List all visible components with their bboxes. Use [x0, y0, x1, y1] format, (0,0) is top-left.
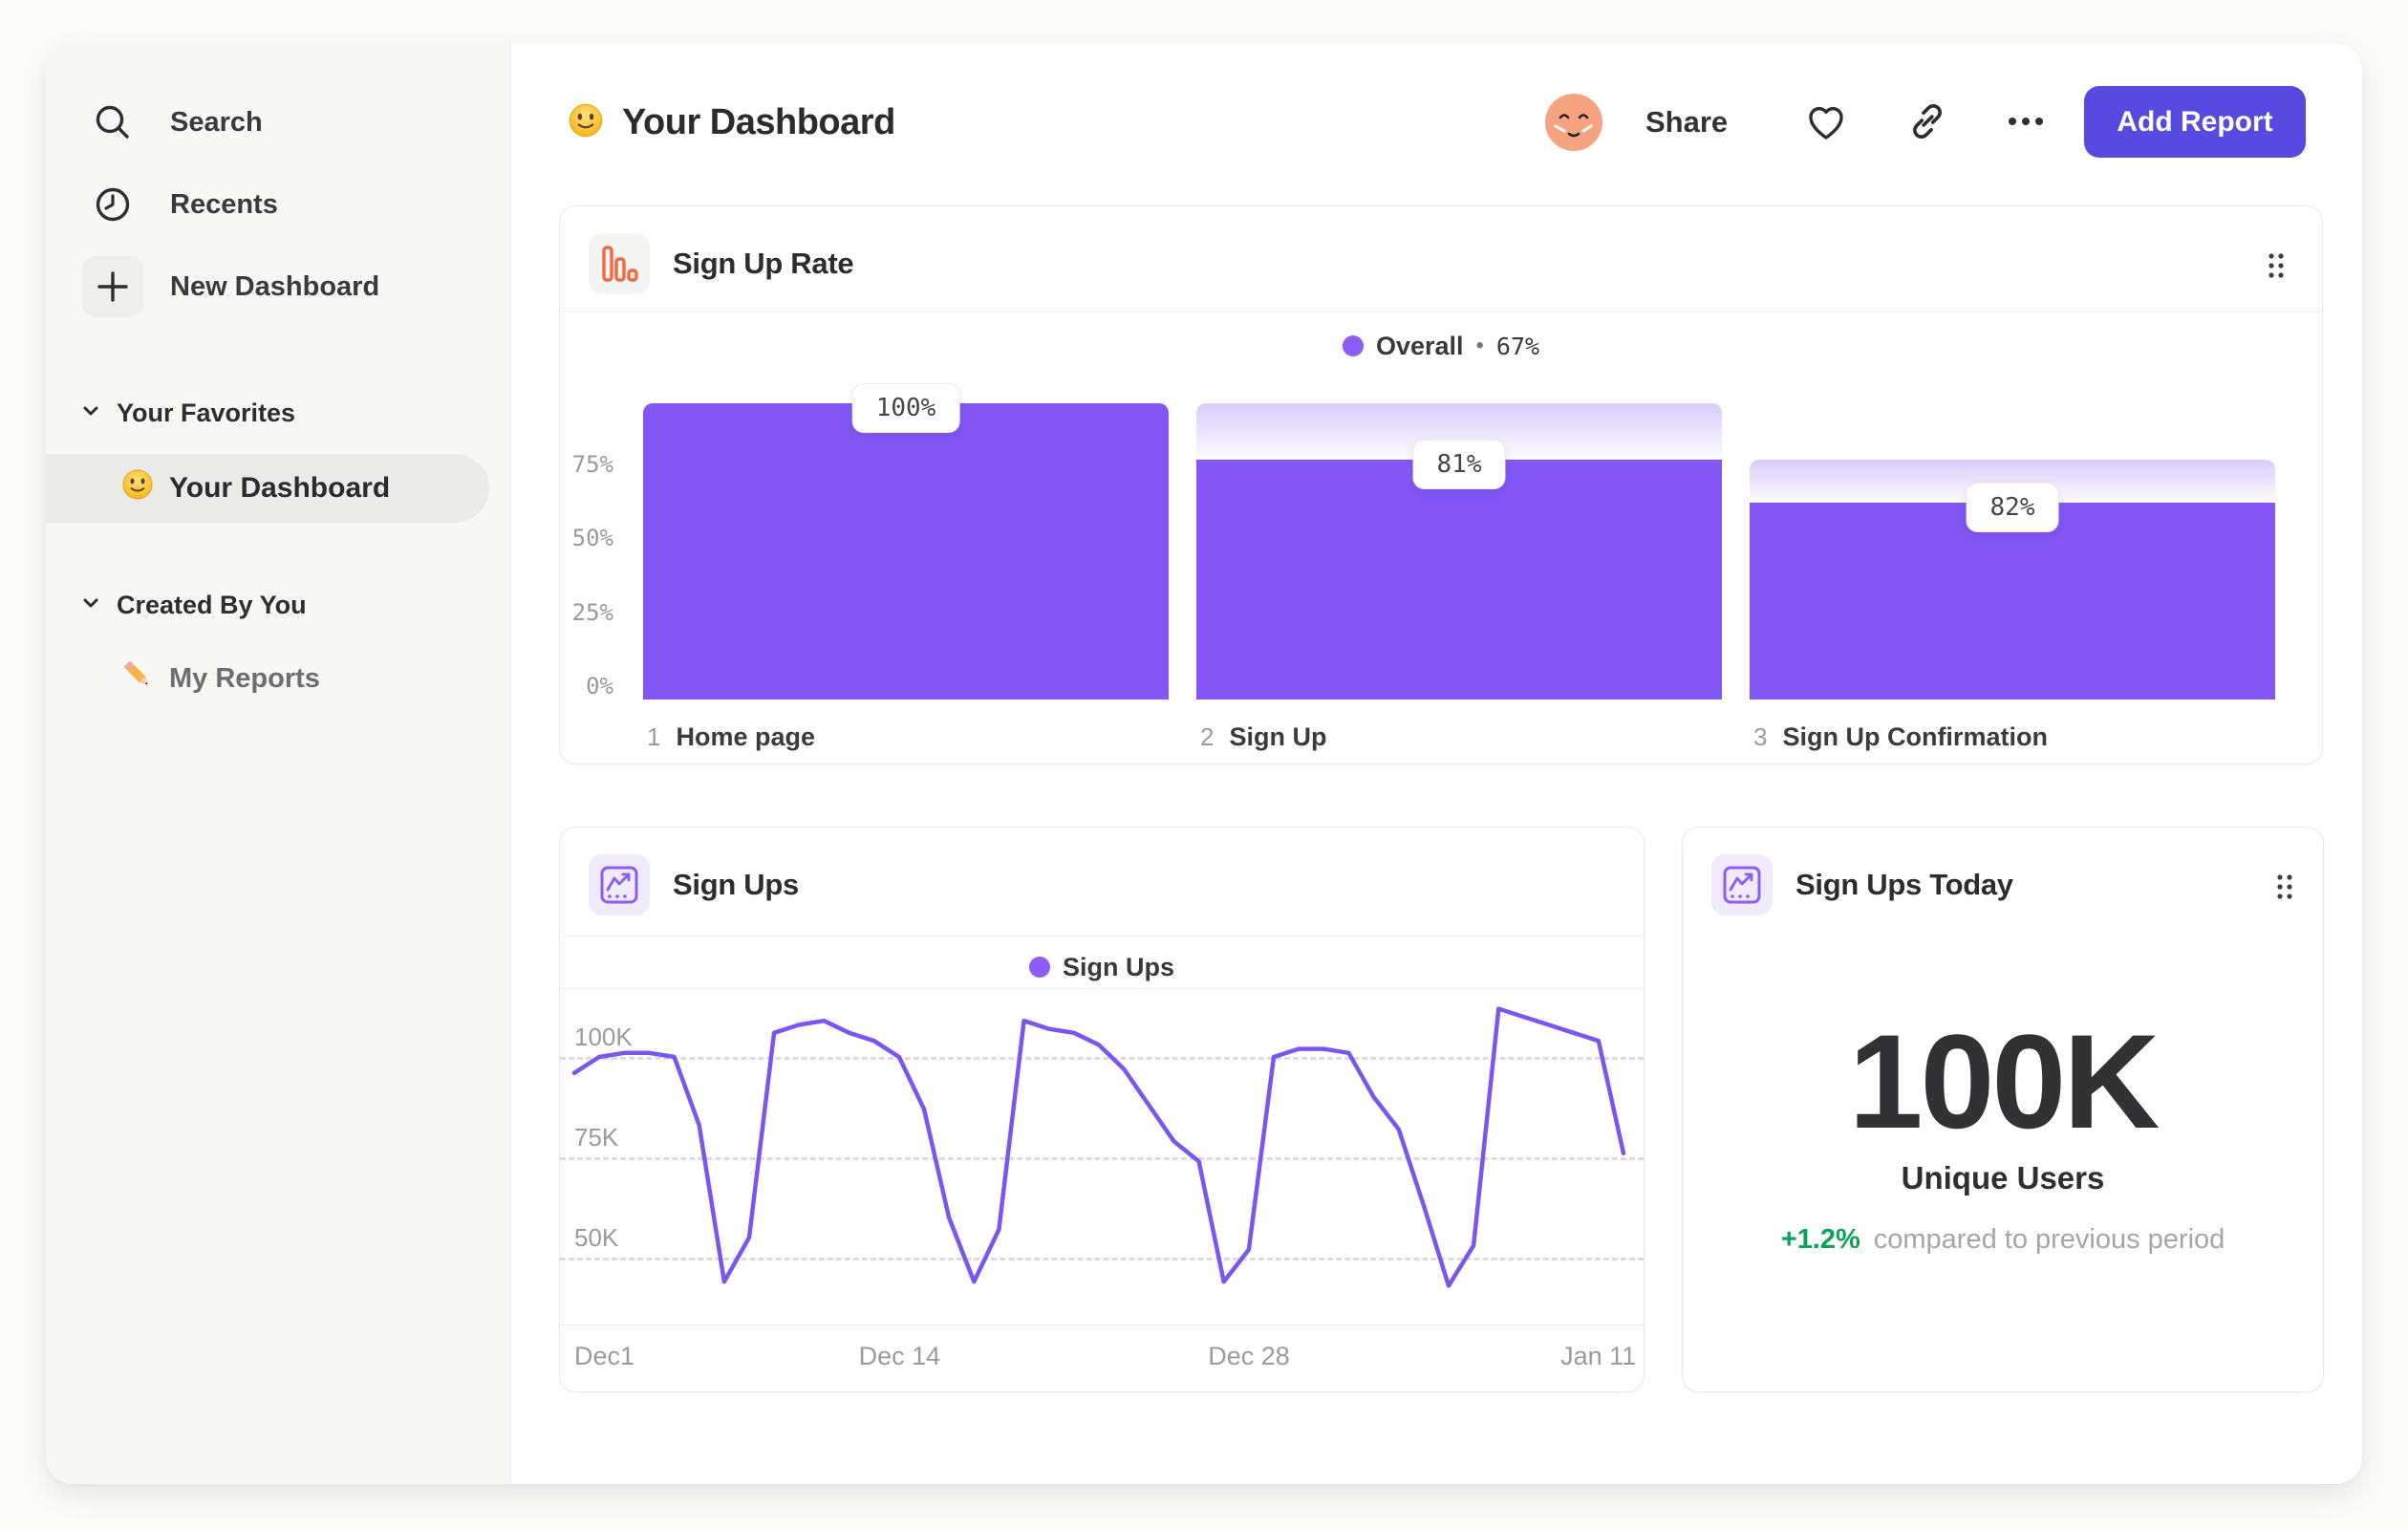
add-report-button[interactable]: Add Report [2084, 86, 2306, 158]
sidebar-item-label: New Dashboard [170, 270, 380, 302]
sidebar-item-new-dashboard[interactable]: New Dashboard [82, 256, 495, 317]
sidebar-item-your-dashboard-selected[interactable]: Your Dashboard [46, 454, 489, 523]
funnel-y-tick: 75% [571, 450, 613, 478]
funnel-y-tick: 25% [571, 598, 613, 626]
funnel-category-label: 3 Sign Up Confirmation [1753, 722, 2048, 752]
sidebar-item-label: Your Dashboard [169, 472, 391, 504]
page-title: Your Dashboard [622, 101, 895, 142]
section-header-label: Your Favorites [117, 398, 296, 427]
funnel-step-number: 1 [647, 722, 661, 751]
sidebar-item-my-reports[interactable]: My Reports [120, 648, 320, 709]
metric-label: Unique Users [1901, 1160, 2105, 1195]
search-icon [90, 99, 136, 145]
x-axis-tick: Dec 14 [858, 1342, 941, 1370]
funnel-category-label: 2 Sign Up [1200, 722, 1326, 752]
sidebar-item-label: My Reports [169, 662, 320, 694]
x-axis-tick: Dec1 [574, 1342, 635, 1370]
smiley-icon [120, 467, 155, 509]
funnel-step-name: Home page [676, 722, 816, 751]
sidebar-section-created-by-you[interactable]: Created By You [80, 582, 495, 628]
funnel-step-name: Sign Up [1229, 722, 1327, 751]
funnel-bar-value-tooltip: 82% [1966, 483, 2059, 533]
section-header-label: Created By You [117, 590, 307, 619]
avatar[interactable] [1543, 92, 1604, 153]
sidebar-item-label: Recents [170, 188, 278, 220]
sign-ups-today-card: Sign Ups Today 100K Unique Users +1.2% c… [1682, 827, 2324, 1392]
metric-delta-row: +1.2% compared to previous period [1683, 1224, 2323, 1256]
pencil-icon [120, 657, 155, 700]
x-axis-line [560, 1324, 1644, 1325]
drag-handle-icon[interactable] [2266, 866, 2304, 908]
chevron-down-icon [80, 591, 101, 620]
main-content: Your Dashboard Share Add Report Sign Up … [511, 43, 2362, 1484]
card-title[interactable]: Sign Ups Today [1795, 868, 2013, 902]
plus-icon [82, 256, 143, 317]
funnel-y-tick: 50% [571, 525, 613, 551]
chevron-down-icon [80, 398, 101, 428]
sidebar-item-search[interactable]: Search [90, 92, 495, 153]
app-window: Search Recents New Dashboard Your Favori… [46, 43, 2362, 1484]
sign-ups-card: Sign Ups Sign Ups 100K 75K 50K Dec1 Dec 14 De… [559, 827, 1645, 1392]
funnel-bar [1196, 459, 1722, 700]
line-series [571, 1006, 1626, 1288]
x-axis-tick: Dec 28 [1208, 1342, 1290, 1370]
metric-delta: +1.2% [1780, 1224, 1860, 1255]
share-button[interactable]: Share [1645, 92, 1728, 153]
share-label: Share [1645, 105, 1729, 139]
sign-up-rate-card: Sign Up Rate Overall • 67% 75% 50% 25% 0% 10… [559, 205, 2323, 764]
x-axis-tick: Jan 11 [1560, 1342, 1637, 1370]
smiley-icon [567, 101, 605, 144]
sidebar-item-label: Search [170, 106, 263, 138]
metric-delta-note: compared to previous period [1873, 1224, 2225, 1255]
funnel-step-number: 2 [1200, 722, 1215, 751]
favorite-button[interactable] [1795, 92, 1857, 153]
more-options-button[interactable] [1995, 92, 2056, 153]
funnel-bar [643, 403, 1169, 700]
heart-icon [1803, 98, 1849, 147]
funnel-category-label: 1 Home page [647, 722, 815, 752]
funnel-chart: 75% 50% 25% 0% 100% 1 Home page 81% 2 Sign Up 82% 3… [560, 206, 2322, 764]
funnel-bar-value-tooltip: 100% [851, 383, 960, 433]
copy-link-button[interactable] [1897, 92, 1958, 153]
sidebar-section-your-favorites[interactable]: Your Favorites [80, 390, 495, 436]
line-chart-icon [1711, 854, 1773, 915]
link-icon [1905, 99, 1949, 146]
funnel-step-number: 3 [1753, 722, 1768, 751]
ellipsis-icon [2001, 97, 2051, 149]
line-chart: 100K 75K 50K Dec1 Dec 14 Dec 28 Jan 11 [560, 828, 1644, 1391]
card-header: Sign Ups Today [1711, 854, 2013, 915]
funnel-y-tick: 0% [586, 673, 613, 700]
metric-value: 100K [1848, 1006, 2161, 1156]
sidebar-item-recents[interactable]: Recents [90, 174, 495, 235]
sidebar: Search Recents New Dashboard Your Favori… [46, 43, 511, 1484]
funnel-bar-value-tooltip: 81% [1412, 439, 1506, 489]
funnel-step-name: Sign Up Confirmation [1782, 722, 2048, 751]
clock-icon [90, 182, 136, 227]
page-header: Your Dashboard [567, 86, 895, 159]
